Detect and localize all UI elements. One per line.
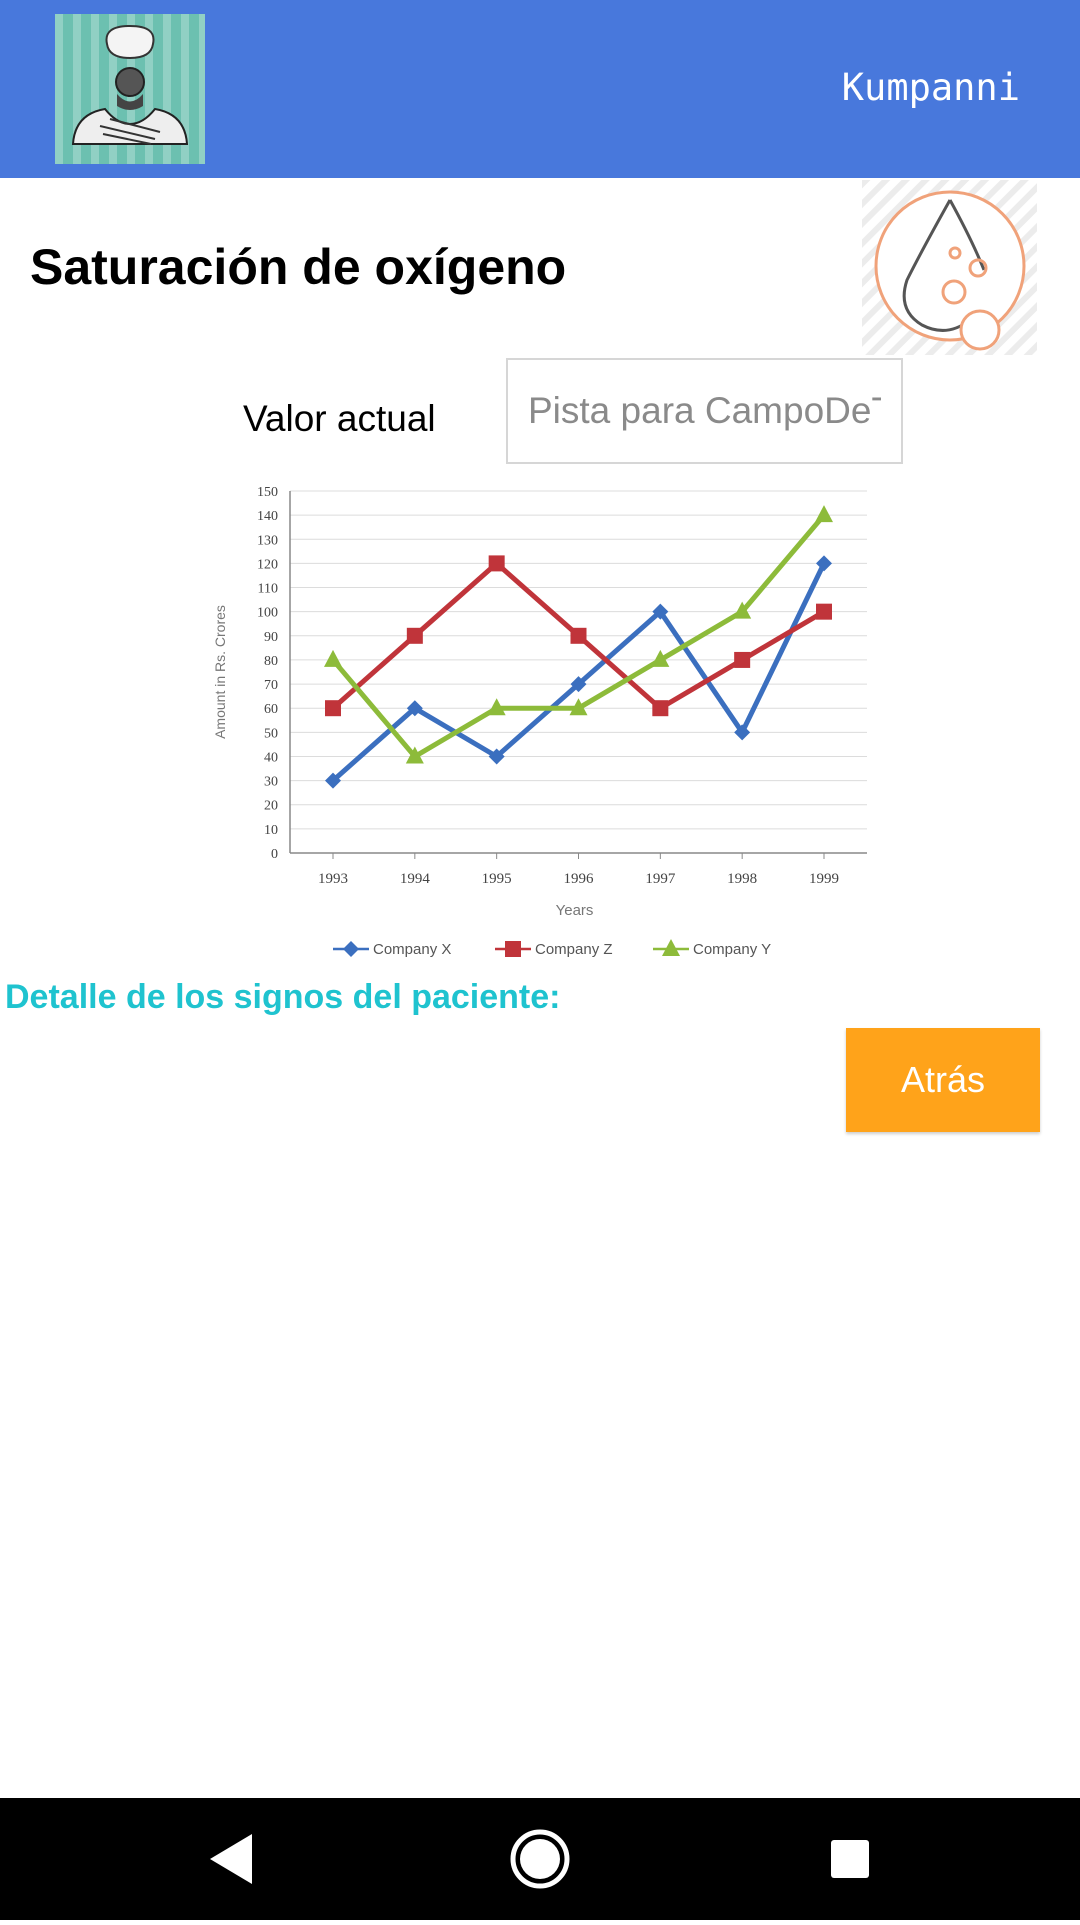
y-tick-label: 20 — [264, 799, 278, 814]
nav-back-button[interactable] — [170, 1798, 290, 1920]
y-tick-label: 30 — [264, 775, 278, 790]
y-tick-label: 70 — [264, 678, 278, 693]
y-tick-label: 0 — [271, 847, 278, 862]
data-point-triangle — [662, 939, 680, 956]
data-point-square — [652, 700, 669, 717]
data-point-square — [406, 627, 423, 644]
page-title: Saturación de oxígeno — [30, 239, 567, 295]
data-point-square — [325, 700, 341, 717]
oxygen-drop-icon — [862, 180, 1037, 355]
nav-recents-button[interactable] — [790, 1798, 910, 1920]
app-bar: Kumpanni — [0, 0, 1080, 178]
y-tick-label: 60 — [264, 702, 278, 717]
y-tick-label: 50 — [264, 726, 278, 741]
y-tick-label: 150 — [257, 485, 278, 500]
data-point-diamond — [343, 941, 359, 957]
y-axis-title: Amount in Rs. Crores — [212, 605, 228, 739]
x-tick-label: 1993 — [318, 871, 348, 887]
y-tick-label: 90 — [264, 630, 278, 645]
y-tick-label: 80 — [264, 654, 278, 669]
data-point-triangle — [815, 505, 833, 523]
patient-signs-details-label: Detalle de los signos del paciente: — [5, 978, 561, 1016]
x-tick-label: 1998 — [727, 871, 757, 887]
data-point-diamond — [816, 555, 832, 572]
back-button[interactable]: Atrás — [846, 1028, 1040, 1132]
nav-home-icon — [510, 1829, 570, 1889]
app-title: Kumpanni — [841, 66, 1020, 109]
legend-label: Company X — [373, 941, 451, 958]
current-value-input[interactable] — [506, 358, 903, 464]
system-nav-bar — [0, 1798, 1080, 1920]
nav-recents-icon — [831, 1840, 869, 1878]
x-tick-label: 1995 — [482, 871, 512, 887]
x-tick-label: 1996 — [564, 871, 595, 887]
x-tick-label: 1999 — [809, 871, 839, 887]
data-point-square — [816, 603, 832, 620]
nav-back-icon — [210, 1834, 252, 1884]
legend-label: Company Y — [693, 941, 771, 958]
avatar-person-icon — [55, 14, 205, 164]
x-tick-label: 1994 — [400, 871, 431, 887]
data-point-square — [488, 555, 505, 572]
current-value-label: Valor actual — [243, 398, 436, 439]
data-point-triangle — [324, 649, 342, 667]
y-tick-label: 130 — [257, 533, 278, 548]
data-point-square — [505, 941, 521, 957]
y-tick-label: 10 — [264, 823, 278, 838]
y-tick-label: 100 — [257, 606, 278, 621]
x-axis-title: Years — [556, 902, 594, 919]
legend-label: Company Z — [535, 941, 613, 958]
y-tick-label: 40 — [264, 750, 278, 765]
nav-home-button[interactable] — [480, 1798, 600, 1920]
data-point-square — [570, 627, 587, 644]
line-chart: 0 10 20 30 40 50 60 70 80 90 100 110 120 130 140 150 199… — [212, 485, 867, 958]
avatar[interactable] — [55, 14, 205, 164]
y-tick-label: 120 — [257, 557, 278, 572]
data-point-square — [734, 651, 751, 668]
x-tick-label: 1997 — [645, 871, 676, 887]
y-tick-label: 140 — [257, 509, 278, 524]
y-tick-label: 110 — [258, 582, 278, 597]
